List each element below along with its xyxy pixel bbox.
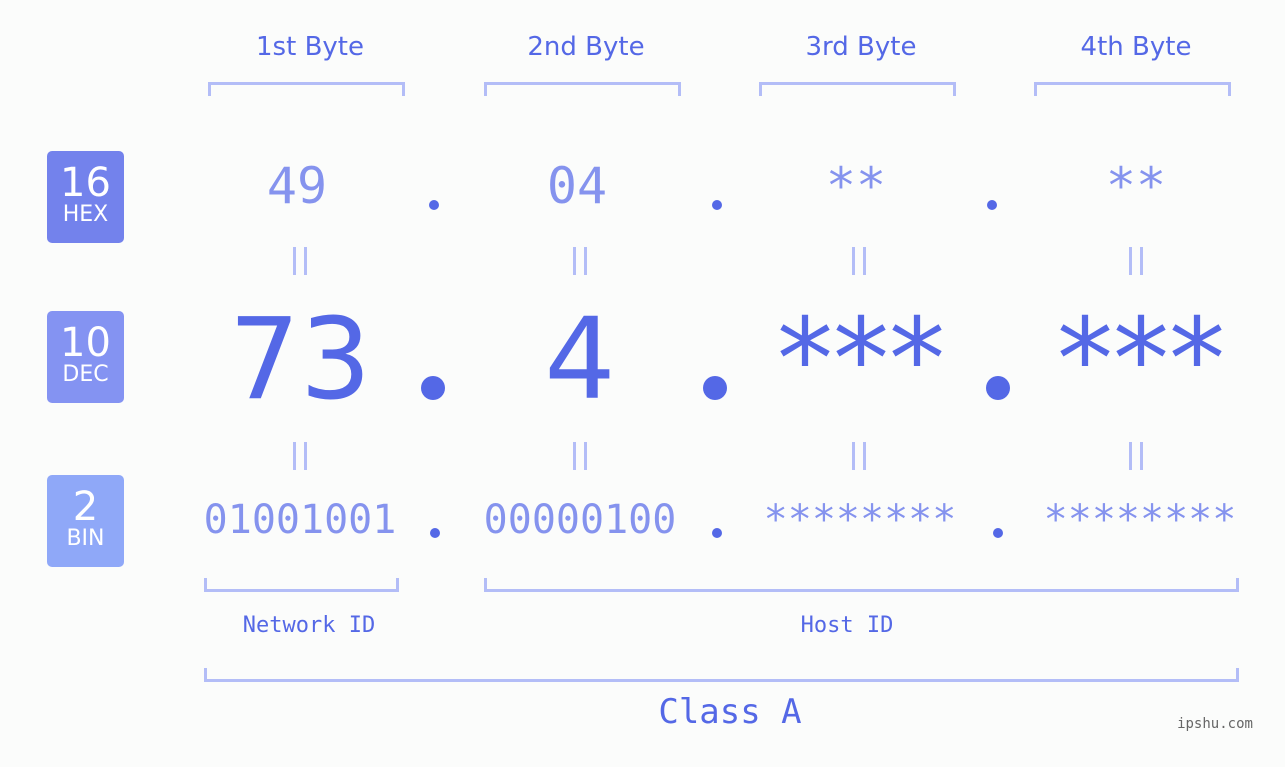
dec-badge-number: 10 bbox=[60, 320, 111, 366]
bin-dot-1 bbox=[430, 528, 440, 538]
bin-badge-number: 2 bbox=[72, 484, 99, 530]
dec-value-1: 73 bbox=[228, 295, 372, 425]
bin-value-2: 00000100 bbox=[483, 497, 677, 543]
host-id-bracket bbox=[484, 578, 1239, 592]
equals-sign bbox=[852, 247, 866, 275]
watermark: ipshu.com bbox=[1177, 716, 1253, 732]
dec-dot-3 bbox=[986, 376, 1010, 400]
equals-sign bbox=[573, 442, 587, 470]
hex-badge-number: 16 bbox=[60, 160, 111, 206]
class-bracket bbox=[204, 668, 1239, 682]
byte-bracket-2 bbox=[484, 82, 681, 96]
dec-value-2: 4 bbox=[544, 295, 616, 425]
bin-value-3: ******** bbox=[763, 497, 957, 543]
bin-value-1: 01001001 bbox=[203, 497, 397, 543]
hex-dot-1 bbox=[429, 200, 439, 210]
byte-header-4: 4th Byte bbox=[1080, 32, 1192, 62]
host-id-label: Host ID bbox=[800, 613, 894, 638]
equals-sign bbox=[852, 442, 866, 470]
hex-dot-3 bbox=[987, 200, 997, 210]
class-label: Class A bbox=[658, 692, 802, 732]
bin-dot-2 bbox=[712, 528, 722, 538]
equals-sign bbox=[573, 247, 587, 275]
hex-dot-2 bbox=[712, 200, 722, 210]
byte-header-2: 2nd Byte bbox=[527, 32, 645, 62]
dec-badge: 10 DEC bbox=[47, 311, 124, 403]
bin-badge-label: BIN bbox=[66, 526, 105, 551]
hex-badge-label: HEX bbox=[62, 202, 109, 227]
dec-dot-1 bbox=[421, 376, 445, 400]
bin-value-4: ******** bbox=[1043, 497, 1237, 543]
bin-badge: 2 BIN bbox=[47, 475, 124, 567]
byte-bracket-4 bbox=[1034, 82, 1231, 96]
hex-value-2: 04 bbox=[546, 157, 608, 215]
dec-badge-label: DEC bbox=[62, 362, 109, 387]
bin-dot-3 bbox=[993, 528, 1003, 538]
network-id-label: Network ID bbox=[242, 613, 376, 638]
equals-sign bbox=[293, 247, 307, 275]
network-id-bracket bbox=[204, 578, 399, 592]
byte-bracket-1 bbox=[208, 82, 405, 96]
equals-sign bbox=[293, 442, 307, 470]
byte-header-1: 1st Byte bbox=[256, 32, 364, 62]
hex-value-1: 49 bbox=[266, 157, 328, 215]
hex-value-4: ** bbox=[1105, 157, 1167, 215]
hex-value-3: ** bbox=[825, 157, 887, 215]
byte-header-3: 3rd Byte bbox=[805, 32, 917, 62]
byte-bracket-3 bbox=[759, 82, 956, 96]
dec-value-3: *** bbox=[777, 295, 945, 425]
hex-badge: 16 HEX bbox=[47, 151, 124, 243]
dec-dot-2 bbox=[703, 376, 727, 400]
equals-sign bbox=[1129, 247, 1143, 275]
equals-sign bbox=[1129, 442, 1143, 470]
dec-value-4: *** bbox=[1057, 295, 1225, 425]
